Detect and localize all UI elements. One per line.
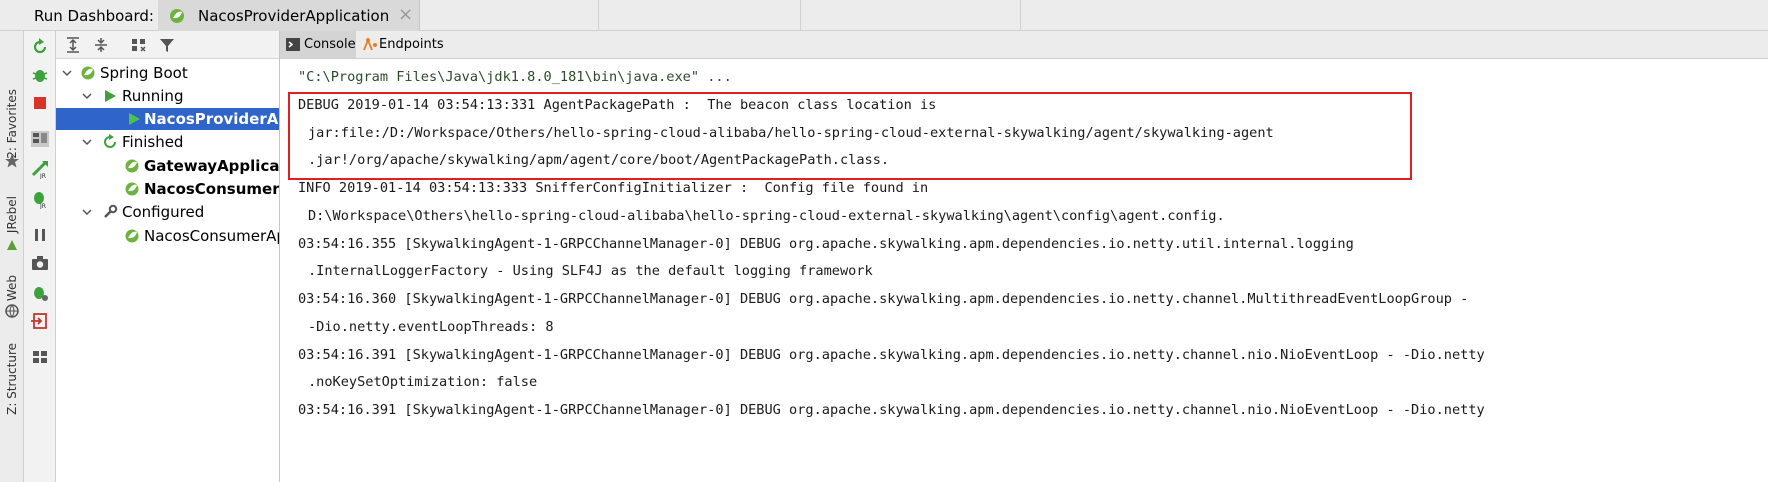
tree-label: NacosProviderApplication <box>144 110 279 128</box>
debug-settings-icon[interactable] <box>30 283 50 303</box>
tree-node-nacos-consumer[interactable]: NacosConsumerApplication <box>56 225 279 247</box>
tree-node-running[interactable]: Running <box>56 85 279 107</box>
tab-console[interactable]: Console <box>280 31 356 58</box>
chevron-down-icon[interactable] <box>82 137 92 147</box>
spring-boot-icon <box>125 182 139 196</box>
tree-node-configured[interactable]: Configured <box>56 201 279 223</box>
tab-label: Console <box>304 37 356 52</box>
log-line: INFO 2019-01-14 03:54:13:333 SnifferConf… <box>298 180 929 196</box>
tree-label: NacosConsumerFeignApplication <box>144 180 280 198</box>
jrebel-tab[interactable]: JRebel <box>2 196 22 233</box>
chevron-down-icon[interactable] <box>62 68 72 78</box>
tab-nacos-provider[interactable]: NacosProviderApplication × <box>158 0 420 31</box>
run-toolbar: JR JR <box>24 31 56 482</box>
tree-label: NacosConsumerApplication <box>144 227 279 245</box>
tree-node-nacos-provider[interactable]: NacosProviderApplication <box>56 108 279 130</box>
tree-label: Finished <box>122 133 184 151</box>
run-jrebel-icon[interactable]: JR <box>30 159 50 179</box>
log-line: 03:54:16.360 [SkywalkingAgent-1-GRPCChan… <box>298 291 1469 307</box>
stop-icon[interactable] <box>30 93 50 113</box>
tree-node-finished[interactable]: Finished <box>56 131 279 153</box>
filter-icon[interactable] <box>158 36 176 54</box>
layout-icon[interactable] <box>30 129 50 149</box>
log-line: D:\Workspace\Others\hello-spring-cloud-a… <box>308 208 1225 224</box>
rerun-icon[interactable] <box>30 37 50 57</box>
tab-endpoints[interactable]: Endpoints <box>358 31 444 58</box>
spring-boot-icon <box>81 66 95 80</box>
spring-boot-icon <box>170 9 184 23</box>
close-icon[interactable]: × <box>398 4 413 25</box>
structure-tab[interactable]: Z: Structure <box>2 343 22 415</box>
collapse-all-icon[interactable] <box>92 36 110 54</box>
log-line-command: "C:\Program Files\Java\jdk1.8.0_181\bin\… <box>298 69 732 85</box>
tree-node-spring-boot[interactable]: Spring Boot <box>56 62 279 84</box>
svg-text:JR: JR <box>39 203 46 209</box>
tree-label: Running <box>122 87 184 105</box>
pause-icon[interactable] <box>30 225 50 245</box>
wrench-icon <box>104 204 118 218</box>
tree-label: Configured <box>122 203 205 221</box>
console-tab-bar: Console Endpoints <box>280 31 1768 59</box>
debug-jrebel-icon[interactable]: JR <box>30 189 50 209</box>
debug-icon[interactable] <box>30 65 50 85</box>
tab-label: Endpoints <box>379 37 444 52</box>
log-line: 03:54:16.355 [SkywalkingAgent-1-GRPCChan… <box>298 236 1354 252</box>
spring-boot-icon <box>125 229 139 243</box>
tab-label: NacosProviderApplication <box>198 7 390 25</box>
endpoints-icon <box>363 37 377 51</box>
rerun-icon <box>104 134 116 148</box>
exit-icon[interactable] <box>30 311 50 331</box>
run-dashboard-title: Run Dashboard: <box>34 7 154 25</box>
tree-node-gateway[interactable]: GatewayApplication <box>56 155 280 177</box>
web-tab[interactable]: Web <box>2 275 22 301</box>
star-icon[interactable] <box>4 153 20 169</box>
log-line: 03:54:16.391 [SkywalkingAgent-1-GRPCChan… <box>298 347 1485 363</box>
run-dashboard-header: Run Dashboard: NacosProviderApplication … <box>0 0 1768 31</box>
log-line: .InternalLoggerFactory - Using SLF4J as … <box>308 263 873 279</box>
log-line: 03:54:16.391 [SkywalkingAgent-1-GRPCChan… <box>298 402 1485 418</box>
chevron-down-icon[interactable] <box>82 207 92 217</box>
spring-boot-icon <box>125 159 139 173</box>
tree-node-nacos-consumer-feign[interactable]: NacosConsumerFeignApplication <box>56 178 280 200</box>
svg-text:JR: JR <box>39 173 46 179</box>
group-by-icon[interactable] <box>130 36 148 54</box>
log-line: .noKeySetOptimization: false <box>308 374 538 390</box>
left-tool-window-strip: 2: Favorites JRebel Web Z: Structure <box>0 31 24 482</box>
run-icon <box>129 113 140 125</box>
run-icon <box>105 90 116 102</box>
chevron-down-icon[interactable] <box>82 91 92 101</box>
grid-layout-icon[interactable] <box>30 347 50 367</box>
tree-label: GatewayApplication <box>144 157 280 175</box>
log-line: -Dio.netty.eventLoopThreads: 8 <box>308 319 554 335</box>
camera-icon[interactable] <box>30 253 50 273</box>
favorites-tab[interactable]: 2: Favorites <box>2 89 22 159</box>
tree-label: Spring Boot <box>100 64 188 82</box>
globe-icon[interactable] <box>4 303 20 319</box>
run-dashboard-tree: Spring Boot Running NacosProviderApplica… <box>56 31 280 482</box>
expand-all-icon[interactable] <box>64 36 82 54</box>
jrebel-icon[interactable] <box>4 237 20 253</box>
tree-toolbar <box>56 31 279 59</box>
console-icon <box>286 38 300 51</box>
highlight-box <box>288 92 1412 180</box>
